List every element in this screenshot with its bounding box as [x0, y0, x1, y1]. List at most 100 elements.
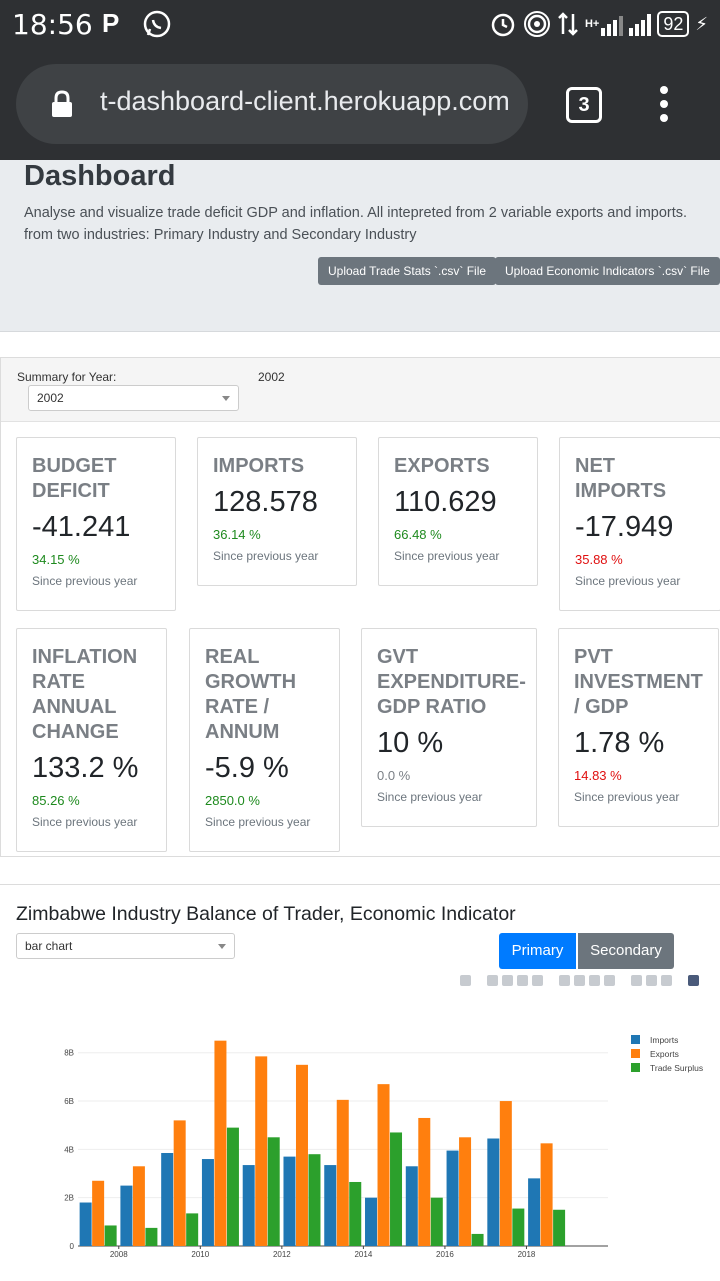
summary-panel: Summary for Year: 2002 2002 BUDGET DEFIC… [0, 357, 720, 857]
primary-industry-button[interactable]: Primary [499, 933, 576, 969]
bar-trade-surplus [390, 1132, 403, 1246]
chart-type-select[interactable]: bar chart [16, 933, 235, 959]
zoom-icon[interactable] [487, 975, 498, 986]
url-text: t-dashboard-client.herokuapp.com [100, 86, 510, 116]
metric-value: 110.629 [394, 486, 497, 518]
bar-imports [201, 1159, 214, 1246]
bar-imports [324, 1165, 337, 1246]
tab-switcher-button[interactable]: 3 [566, 87, 602, 123]
autoscale-icon[interactable] [589, 975, 600, 986]
metric-subtext: Since previous year [394, 549, 500, 563]
bar-exports [540, 1143, 553, 1246]
x-tick-label: 2010 [191, 1250, 209, 1259]
zoom-in-icon[interactable] [559, 975, 570, 986]
trade-bar-chart: 0 2B 4B 6B 8B 2008 2010 2012 2014 2016 2018 Imports… [64, 1035, 703, 1259]
page-title: Dashboard [24, 160, 176, 192]
metric-value: 1.78 % [574, 727, 665, 759]
y-tick-label: 2B [64, 1194, 74, 1203]
bar-exports [499, 1101, 512, 1246]
page-description: Analyse and visualize trade deficit GDP … [24, 205, 688, 243]
zoom-out-icon[interactable] [574, 975, 585, 986]
metric-title: IMPORTS [213, 455, 305, 477]
chart-title: Zimbabwe Industry Balance of Trader, Eco… [16, 903, 516, 925]
box-select-icon[interactable] [517, 975, 528, 986]
browser-menu-icon[interactable] [656, 86, 672, 126]
secondary-industry-button[interactable]: Secondary [578, 933, 674, 969]
bar-trade-surplus [471, 1233, 484, 1246]
legend-swatch [631, 1063, 640, 1072]
legend-swatch [631, 1035, 640, 1044]
legend-label: Trade Surplus [650, 1063, 703, 1073]
camera-icon[interactable] [460, 975, 471, 986]
y-tick-label: 0 [70, 1242, 75, 1251]
year-select[interactable]: 2002 [28, 385, 239, 411]
metric-title: INFLATION RATE ANNUAL CHANGE [32, 646, 138, 743]
chart-type-value: bar chart [25, 939, 73, 953]
lock-icon [52, 90, 72, 117]
summary-year-display: 2002 [258, 370, 285, 384]
metric-value: 133.2 % [32, 752, 139, 784]
bar-imports [528, 1178, 541, 1246]
metric-change: 14.83 % [574, 768, 622, 783]
hover-closest-icon[interactable] [646, 975, 657, 986]
metric-subtext: Since previous year [213, 549, 319, 563]
lasso-select-icon[interactable] [532, 975, 543, 986]
year-select-value: 2002 [37, 391, 64, 405]
metric-card-gvt-expenditure: GVT EXPENDITURE-GDP RATIO 10 % 0.0 % Sin… [361, 628, 537, 827]
reset-axes-icon[interactable] [604, 975, 615, 986]
metric-title: EXPORTS [394, 455, 490, 477]
bar-imports [487, 1138, 500, 1246]
bar-trade-surplus [267, 1137, 280, 1246]
metric-title: NET IMPORTS [575, 455, 667, 502]
metric-title: PVT INVESTMENT / GDP [574, 646, 703, 718]
metric-card-budget-deficit: BUDGET DEFICIT -41.241 34.15 % Since pre… [16, 437, 176, 611]
chart-panel: Zimbabwe Industry Balance of Trader, Eco… [0, 884, 720, 1280]
spike-lines-icon[interactable] [631, 975, 642, 986]
bar-exports [214, 1040, 227, 1246]
bar-exports [459, 1137, 472, 1246]
status-time: 18:56 [12, 8, 93, 41]
x-tick-label: 2014 [354, 1250, 372, 1259]
metric-title: GVT EXPENDITURE-GDP RATIO [377, 646, 526, 718]
bar-trade-surplus [553, 1209, 566, 1246]
bar-trade-surplus [349, 1181, 362, 1246]
summary-year-label: Summary for Year: [17, 370, 117, 384]
metric-title: REAL GROWTH RATE / ANNUM [205, 646, 297, 743]
metric-subtext: Since previous year [32, 815, 138, 829]
bar-exports [92, 1180, 105, 1246]
x-tick-label: 2012 [273, 1250, 291, 1259]
battery-level: 92 [657, 11, 690, 37]
metric-value: -17.949 [575, 511, 674, 543]
pan-icon[interactable] [502, 975, 513, 986]
bar-trade-surplus [145, 1227, 158, 1246]
upload-economic-indicators-button[interactable]: Upload Economic Indicators `.csv` File [495, 257, 720, 285]
hotspot-icon [523, 11, 550, 37]
legend-label: Imports [650, 1035, 678, 1045]
hover-compare-icon[interactable] [661, 975, 672, 986]
metric-change: 36.14 % [213, 527, 261, 542]
metric-value: -41.241 [32, 511, 131, 543]
address-bar[interactable]: t-dashboard-client.herokuapp.com [16, 64, 528, 144]
bar-trade-surplus [104, 1225, 117, 1246]
bar-exports [173, 1120, 186, 1246]
alarm-icon [491, 13, 515, 37]
bar-trade-surplus [186, 1213, 199, 1246]
bar-exports [255, 1056, 268, 1246]
metric-subtext: Since previous year [575, 574, 681, 588]
y-tick-label: 8B [64, 1049, 74, 1058]
status-indicators: H+ 92 ⚡ [489, 10, 708, 38]
metric-value: 128.578 [213, 486, 318, 518]
metric-subtext: Since previous year [32, 574, 138, 588]
dashboard-header: Dashboard Analyse and visualize trade de… [0, 160, 720, 332]
plotly-logo-icon[interactable] [688, 975, 699, 986]
data-transfer-icon [558, 12, 578, 36]
metric-card-real-growth: REAL GROWTH RATE / ANNUM -5.9 % 2850.0 %… [189, 628, 340, 852]
metric-card-inflation: INFLATION RATE ANNUAL CHANGE 133.2 % 85.… [16, 628, 167, 852]
upload-trade-stats-button[interactable]: Upload Trade Stats `.csv` File [318, 257, 497, 285]
summary-toolbar: Summary for Year: 2002 2002 [1, 358, 720, 422]
bar-trade-surplus [430, 1197, 443, 1246]
chevron-down-icon [218, 944, 226, 949]
x-tick-label: 2016 [436, 1250, 454, 1259]
signal-icon [629, 12, 652, 36]
bar-imports [283, 1156, 296, 1246]
